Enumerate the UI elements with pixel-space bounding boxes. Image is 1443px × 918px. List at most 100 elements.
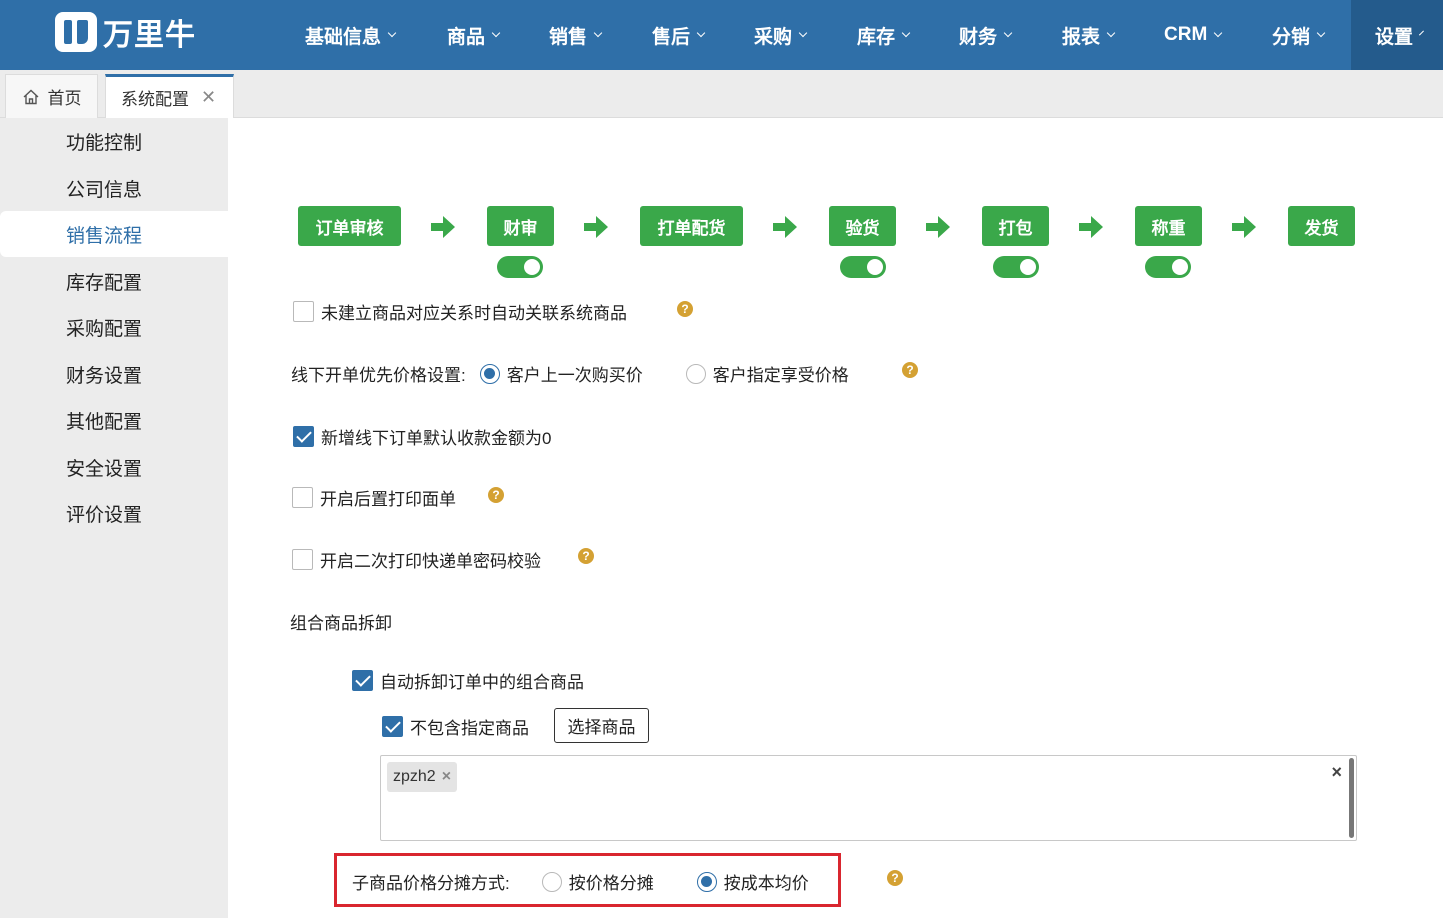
auto-split-checkbox[interactable] [352, 670, 373, 691]
sidebar-item-label: 销售流程 [66, 225, 143, 247]
second-print-checkbox[interactable] [292, 549, 313, 570]
toggle-pack[interactable] [993, 256, 1039, 278]
radio-allocate-by-price[interactable] [541, 871, 562, 892]
setting-default-zero: 新增线下订单默认收款金额为0 [293, 424, 551, 449]
top-navbar: 万里牛 基础信息 商品 销售 售后 采购 库存 财务 报表 CRM 分销 设置 [0, 0, 1443, 70]
sidebar-item-security-settings[interactable]: 安全设置 [0, 444, 228, 490]
help-icon[interactable]: ? [887, 870, 903, 886]
sidebar-item-finance-settings[interactable]: 财务设置 [0, 351, 228, 397]
chevron-down-icon [1214, 28, 1223, 38]
flow-step-label: 验货 [845, 218, 880, 238]
setting-second-print: 开启二次打印快递单密码校验 [292, 547, 541, 572]
tab-label: 首页 [47, 89, 82, 108]
auto-link-checkbox[interactable] [293, 301, 314, 322]
flow-step-label: 打包 [998, 218, 1033, 238]
chevron-down-icon [1316, 28, 1326, 38]
radio-allocate-by-cost[interactable] [696, 871, 717, 892]
nav-item-crm[interactable]: CRM [1164, 0, 1223, 70]
sidebar-item-label: 库存配置 [66, 272, 143, 294]
help-icon[interactable]: ? [578, 548, 594, 564]
help-icon[interactable]: ? [488, 487, 504, 503]
select-products-button[interactable]: 选择商品 [554, 708, 649, 743]
sidebar-item-purchase-config[interactable]: 采购配置 [0, 304, 228, 350]
sidebar-item-other-config[interactable]: 其他配置 [0, 397, 228, 443]
product-tag-label: zpzh2 [393, 768, 436, 785]
chevron-down-icon [696, 28, 706, 38]
help-icon[interactable]: ? [677, 301, 693, 317]
sidebar-item-label: 财务设置 [66, 365, 143, 387]
radio-customer-price[interactable] [685, 363, 706, 384]
nav-item-finance[interactable]: 财务 [959, 0, 1013, 70]
chevron-down-icon [387, 28, 397, 38]
clear-all-icon[interactable]: × [1331, 762, 1342, 783]
flow-step-finance-review[interactable]: 财审 [487, 206, 554, 246]
sidebar-item-label: 其他配置 [66, 411, 143, 433]
default-zero-label: 新增线下订单默认收款金额为0 [321, 429, 552, 448]
scrollbar[interactable] [1349, 758, 1354, 838]
toggle-inspect[interactable] [840, 256, 886, 278]
flow-step-ship[interactable]: 发货 [1288, 206, 1355, 246]
arrow-right-icon [1079, 216, 1103, 238]
flow-step-label: 财审 [503, 218, 538, 238]
setting-price-allocation: 子商品价格分摊方式: 按价格分摊 按成本均价 [352, 869, 809, 894]
radio-label: 客户指定享受价格 [712, 366, 849, 385]
post-print-checkbox[interactable] [292, 487, 313, 508]
flow-step-print-pick[interactable]: 打单配货 [640, 206, 743, 246]
chevron-down-icon [1419, 30, 1424, 36]
default-zero-checkbox[interactable] [293, 426, 314, 447]
section-title: 组合商品拆卸 [290, 614, 392, 633]
nav-item-reports[interactable]: 报表 [1062, 0, 1116, 70]
nav-item-after-sales[interactable]: 售后 [652, 0, 706, 70]
radio-last-purchase-price[interactable] [479, 363, 500, 384]
radio-label: 客户上一次购买价 [506, 366, 643, 385]
flow-step-weigh[interactable]: 称重 [1135, 206, 1202, 246]
auto-split-label: 自动拆卸订单中的组合商品 [380, 673, 584, 692]
nav-item-products[interactable]: 商品 [447, 0, 501, 70]
setting-auto-link: 未建立商品对应关系时自动关联系统商品 [293, 299, 627, 324]
nav-item-basic-info[interactable]: 基础信息 [305, 0, 397, 70]
chevron-down-icon [901, 28, 911, 38]
auto-link-label: 未建立商品对应关系时自动关联系统商品 [321, 304, 627, 323]
exclude-checkbox[interactable] [382, 716, 403, 737]
nav-item-label: 售后 [652, 26, 691, 48]
sidebar-item-sales-flow[interactable]: 销售流程 [0, 211, 228, 257]
sidebar-item-function-control[interactable]: 功能控制 [0, 118, 228, 164]
home-icon [23, 89, 38, 104]
tab-label: 系统配置 [121, 90, 189, 109]
arrow-right-icon [773, 216, 797, 238]
help-icon[interactable]: ? [902, 362, 918, 378]
chevron-down-icon [798, 28, 808, 38]
nav-item-label: 分销 [1272, 26, 1311, 48]
toggle-finance-review[interactable] [497, 256, 543, 278]
arrow-right-icon [926, 216, 950, 238]
nav-item-sales[interactable]: 销售 [549, 0, 603, 70]
remove-tag-icon[interactable]: × [442, 768, 451, 786]
brand-logo[interactable]: 万里牛 [55, 12, 196, 52]
sidebar-item-inventory-config[interactable]: 库存配置 [0, 258, 228, 304]
close-icon[interactable]: ✕ [201, 87, 216, 108]
nav-item-settings[interactable]: 设置 [1351, 0, 1443, 70]
flow-step-label: 发货 [1304, 218, 1339, 238]
toggle-weigh[interactable] [1145, 256, 1191, 278]
flow-step-pack[interactable]: 打包 [982, 206, 1049, 246]
combo-section-title: 组合商品拆卸 [290, 609, 392, 634]
nav-item-label: 设置 [1375, 26, 1414, 48]
selected-products-box[interactable]: zpzh2 × × [380, 755, 1357, 841]
arrow-right-icon [584, 216, 608, 238]
radio-label: 按成本均价 [723, 874, 809, 893]
setting-post-print: 开启后置打印面单 [292, 485, 456, 510]
nav-item-label: 库存 [857, 26, 896, 48]
tab-home[interactable]: 首页 [5, 74, 98, 118]
sidebar-item-company-info[interactable]: 公司信息 [0, 165, 228, 211]
flow-step-inspect[interactable]: 验货 [829, 206, 896, 246]
nav-item-purchase[interactable]: 采购 [754, 0, 808, 70]
tab-system-config[interactable]: 系统配置 ✕ [105, 74, 234, 118]
post-print-label: 开启后置打印面单 [320, 490, 456, 509]
nav-item-distribution[interactable]: 分销 [1272, 0, 1326, 70]
sidebar-item-review-settings[interactable]: 评价设置 [0, 490, 228, 536]
flow-step-order-review[interactable]: 订单审核 [298, 206, 401, 246]
price-priority-label: 线下开单优先价格设置: [291, 366, 466, 385]
arrow-right-icon [431, 216, 455, 238]
page-tabs: 首页 系统配置 ✕ [0, 70, 1443, 118]
nav-item-inventory[interactable]: 库存 [857, 0, 911, 70]
